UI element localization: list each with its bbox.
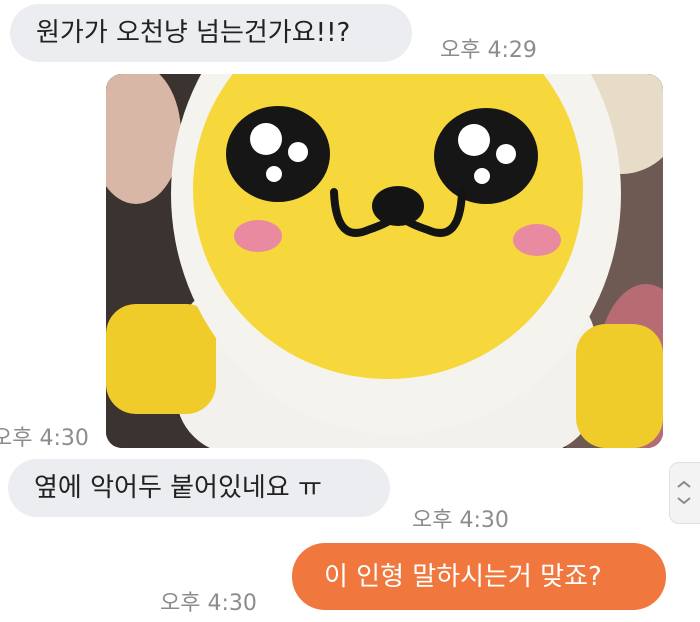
- incoming-message-bubble[interactable]: 원가가 오천냥 넘는건가요!!?: [10, 4, 412, 62]
- message-timestamp: 오후 4:30: [0, 426, 89, 451]
- message-timestamp: 오후 4:30: [412, 508, 509, 533]
- message-text: 이 인형 말하시는거 맞죠?: [324, 561, 602, 592]
- scroll-control[interactable]: [669, 462, 700, 524]
- incoming-message-bubble[interactable]: 옆에 악어두 붙어있네요 ㅠ: [8, 459, 390, 517]
- chevrons-up-down-icon: [677, 480, 691, 505]
- message-timestamp: 오후 4:30: [160, 591, 257, 616]
- outgoing-message-bubble[interactable]: 이 인형 말하시는거 맞죠?: [292, 543, 666, 610]
- message-timestamp: 오후 4:29: [440, 38, 537, 63]
- photo-message[interactable]: [106, 74, 663, 448]
- message-text: 원가가 오천냥 넘는건가요!!?: [36, 18, 351, 48]
- plush-photo: [106, 74, 663, 448]
- message-text: 옆에 악어두 붙어있네요 ㅠ: [34, 473, 322, 503]
